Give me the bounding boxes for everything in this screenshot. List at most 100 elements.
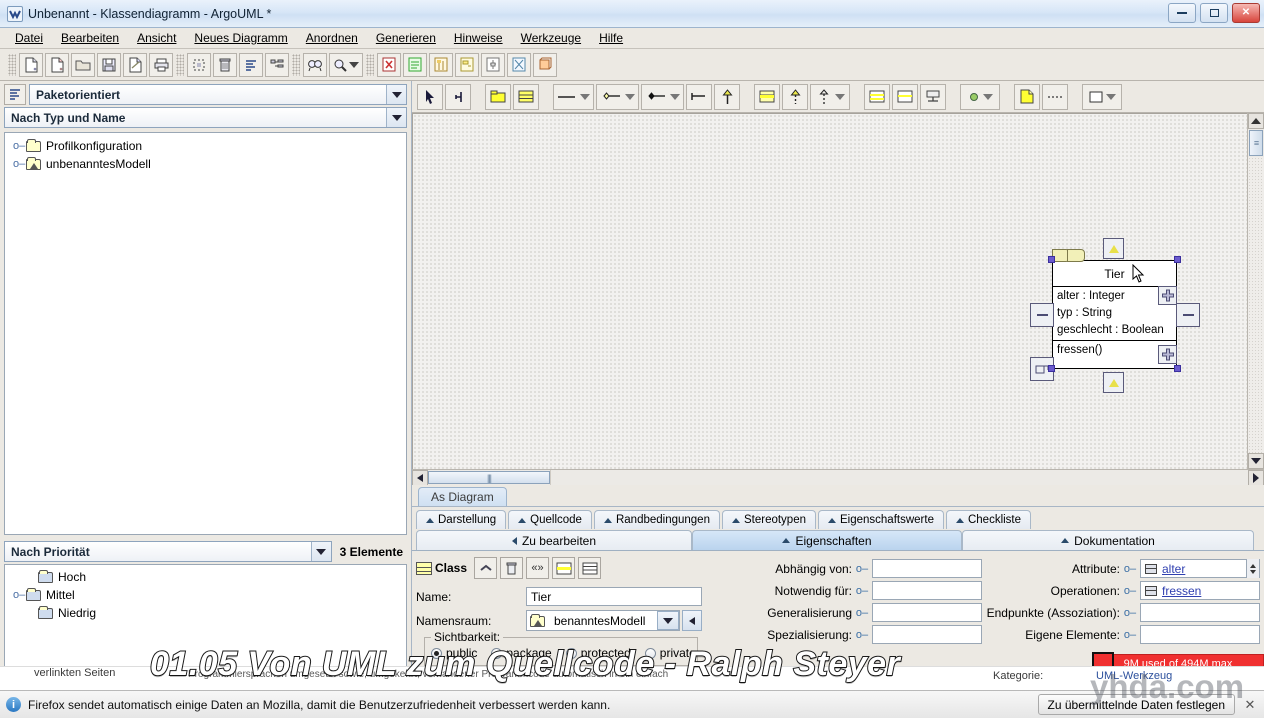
class-tool-icon[interactable] [513, 83, 539, 110]
name-input[interactable]: Tier [526, 587, 702, 606]
menu-generieren[interactable]: Generieren [367, 29, 445, 47]
new-file-icon[interactable] [19, 52, 43, 77]
expand-handle-icon[interactable]: o– [13, 140, 26, 152]
select-pointer-icon[interactable] [417, 83, 443, 110]
attribute-link[interactable]: alter [1162, 562, 1185, 576]
enumeration-tool-icon[interactable] [864, 83, 890, 110]
generalisierung-field[interactable] [872, 603, 982, 622]
operationen-list[interactable]: fressen [1140, 581, 1260, 600]
todo-item-hoch[interactable]: Hoch [5, 568, 406, 586]
toolbar-grip[interactable] [8, 53, 16, 76]
expand-handle-icon[interactable]: o– [13, 589, 26, 601]
operation-link[interactable]: fressen [1162, 584, 1201, 598]
tab-checkliste[interactable]: Checkliste [945, 510, 1032, 529]
tab-randbedingungen[interactable]: Randbedingungen [593, 510, 720, 529]
open-project-icon[interactable] [45, 52, 69, 77]
minimize-button[interactable] [1168, 3, 1196, 23]
zoom-icon[interactable] [329, 52, 363, 77]
delete-icon[interactable] [213, 52, 237, 77]
toolbar-grip-4[interactable] [366, 53, 374, 76]
add-attribute-button[interactable] [1158, 286, 1177, 305]
signal-tool-icon[interactable] [960, 83, 1000, 110]
toolbar-grip-2[interactable] [176, 53, 184, 76]
attribute-spinner[interactable] [1246, 559, 1259, 578]
menu-bearbeiten[interactable]: Bearbeiten [52, 29, 128, 47]
package-tool-icon[interactable] [485, 83, 511, 110]
aggregation-tool-icon[interactable] [596, 83, 639, 110]
diagram-horizontal-scrollbar[interactable]: ||| [412, 469, 1264, 486]
attribute-list[interactable]: alter [1140, 559, 1260, 578]
menu-hinweise[interactable]: Hinweise [445, 29, 512, 47]
scroll-thumb-vertical[interactable]: ≡ [1249, 130, 1263, 156]
save-icon[interactable] [97, 52, 121, 77]
select-all-icon[interactable] [187, 52, 211, 77]
layout-icon[interactable] [265, 52, 289, 77]
comment-link-tool-icon[interactable] [1042, 83, 1068, 110]
align-icon[interactable] [239, 52, 263, 77]
tab-eigenschaften[interactable]: Eigenschaften [692, 530, 962, 550]
interface-tool-icon[interactable] [754, 83, 780, 110]
save-as-icon[interactable] [123, 52, 147, 77]
tree-item-unbenanntesmodell[interactable]: o– unbenanntesModell [5, 155, 406, 173]
stereotype-tool-icon[interactable] [920, 83, 946, 110]
realization-tool-icon[interactable] [782, 83, 808, 110]
new-deployment-diagram-icon[interactable] [533, 52, 557, 77]
scroll-right-button[interactable] [1248, 470, 1264, 486]
close-button[interactable]: ✕ [1232, 3, 1260, 23]
menu-neues-diagramm[interactable]: Neues Diagramm [185, 29, 296, 47]
add-superclass-button[interactable] [1103, 238, 1124, 259]
new-collaboration-diagram-icon[interactable] [507, 52, 531, 77]
eigene-elemente-field[interactable] [1140, 625, 1260, 644]
rectangle-tool-icon[interactable] [1082, 83, 1122, 110]
expand-handle-icon[interactable]: o– [13, 158, 26, 170]
delete-element-icon[interactable] [500, 557, 524, 579]
go-up-icon[interactable] [474, 557, 498, 579]
selection-handle-br[interactable] [1174, 365, 1181, 372]
tab-zu-bearbeiten[interactable]: Zu bearbeiten [416, 530, 692, 550]
todo-item-niedrig[interactable]: Niedrig [5, 604, 406, 622]
comment-tool-icon[interactable] [1014, 83, 1040, 110]
new-class-diagram-icon[interactable] [403, 52, 427, 77]
endpunkte-field[interactable] [1140, 603, 1260, 622]
tree-item-profilkonfiguration[interactable]: o– Profilkonfiguration [5, 137, 406, 155]
open-folder-icon[interactable] [71, 52, 95, 77]
scroll-thumb-horizontal[interactable]: ||| [428, 471, 550, 484]
tab-stereotypen[interactable]: Stereotypen [721, 510, 816, 529]
menu-anordnen[interactable]: Anordnen [297, 29, 367, 47]
maximize-button[interactable] [1200, 3, 1228, 23]
diagram-canvas[interactable]: Tier alter : Integer typ : String geschl… [412, 113, 1247, 469]
stereotype-icon[interactable]: «» [526, 557, 550, 579]
dependency-tool-icon[interactable] [686, 83, 712, 110]
abhaengig-von-field[interactable] [872, 559, 982, 578]
tab-darstellung[interactable]: Darstellung [416, 510, 507, 529]
print-icon[interactable] [149, 52, 173, 77]
new-operation-icon[interactable] [578, 557, 602, 579]
close-icon[interactable]: ✕ [1242, 697, 1258, 713]
broom-icon[interactable] [445, 83, 471, 110]
generalization-tool-icon[interactable] [714, 83, 740, 110]
scroll-down-button[interactable] [1248, 453, 1264, 469]
scroll-left-button[interactable] [412, 470, 428, 486]
composition-tool-icon[interactable] [641, 83, 684, 110]
scroll-up-button[interactable] [1248, 113, 1264, 129]
selection-handle-tl[interactable] [1048, 256, 1055, 263]
chevron-down-icon[interactable] [386, 85, 406, 104]
tab-eigenschaftswerte[interactable]: Eigenschaftswerte [818, 510, 944, 529]
tab-quellcode[interactable]: Quellcode [508, 510, 592, 529]
menu-werkzeuge[interactable]: Werkzeuge [512, 29, 590, 47]
add-operation-button[interactable] [1158, 345, 1177, 364]
add-subclass-button[interactable] [1103, 372, 1124, 393]
abstraction-tool-icon[interactable] [810, 83, 850, 110]
new-sequence-diagram-icon[interactable] [429, 52, 453, 77]
tab-as-diagram[interactable]: As Diagram [418, 487, 507, 506]
explorer-perspective-icon[interactable] [4, 84, 26, 105]
navigate-back-button[interactable] [682, 610, 702, 631]
menu-hilfe[interactable]: Hilfe [590, 29, 632, 47]
explorer-ordering-combo[interactable]: Nach Typ und Name [4, 107, 407, 128]
chevron-down-icon[interactable] [310, 542, 331, 561]
new-usecase-diagram-icon[interactable] [377, 52, 401, 77]
explorer-perspective-combo[interactable]: Paketorientiert [29, 84, 407, 105]
scroll-track-horizontal[interactable] [550, 470, 1248, 485]
find-icon[interactable] [303, 52, 327, 77]
remove-left-button[interactable] [1030, 303, 1054, 327]
